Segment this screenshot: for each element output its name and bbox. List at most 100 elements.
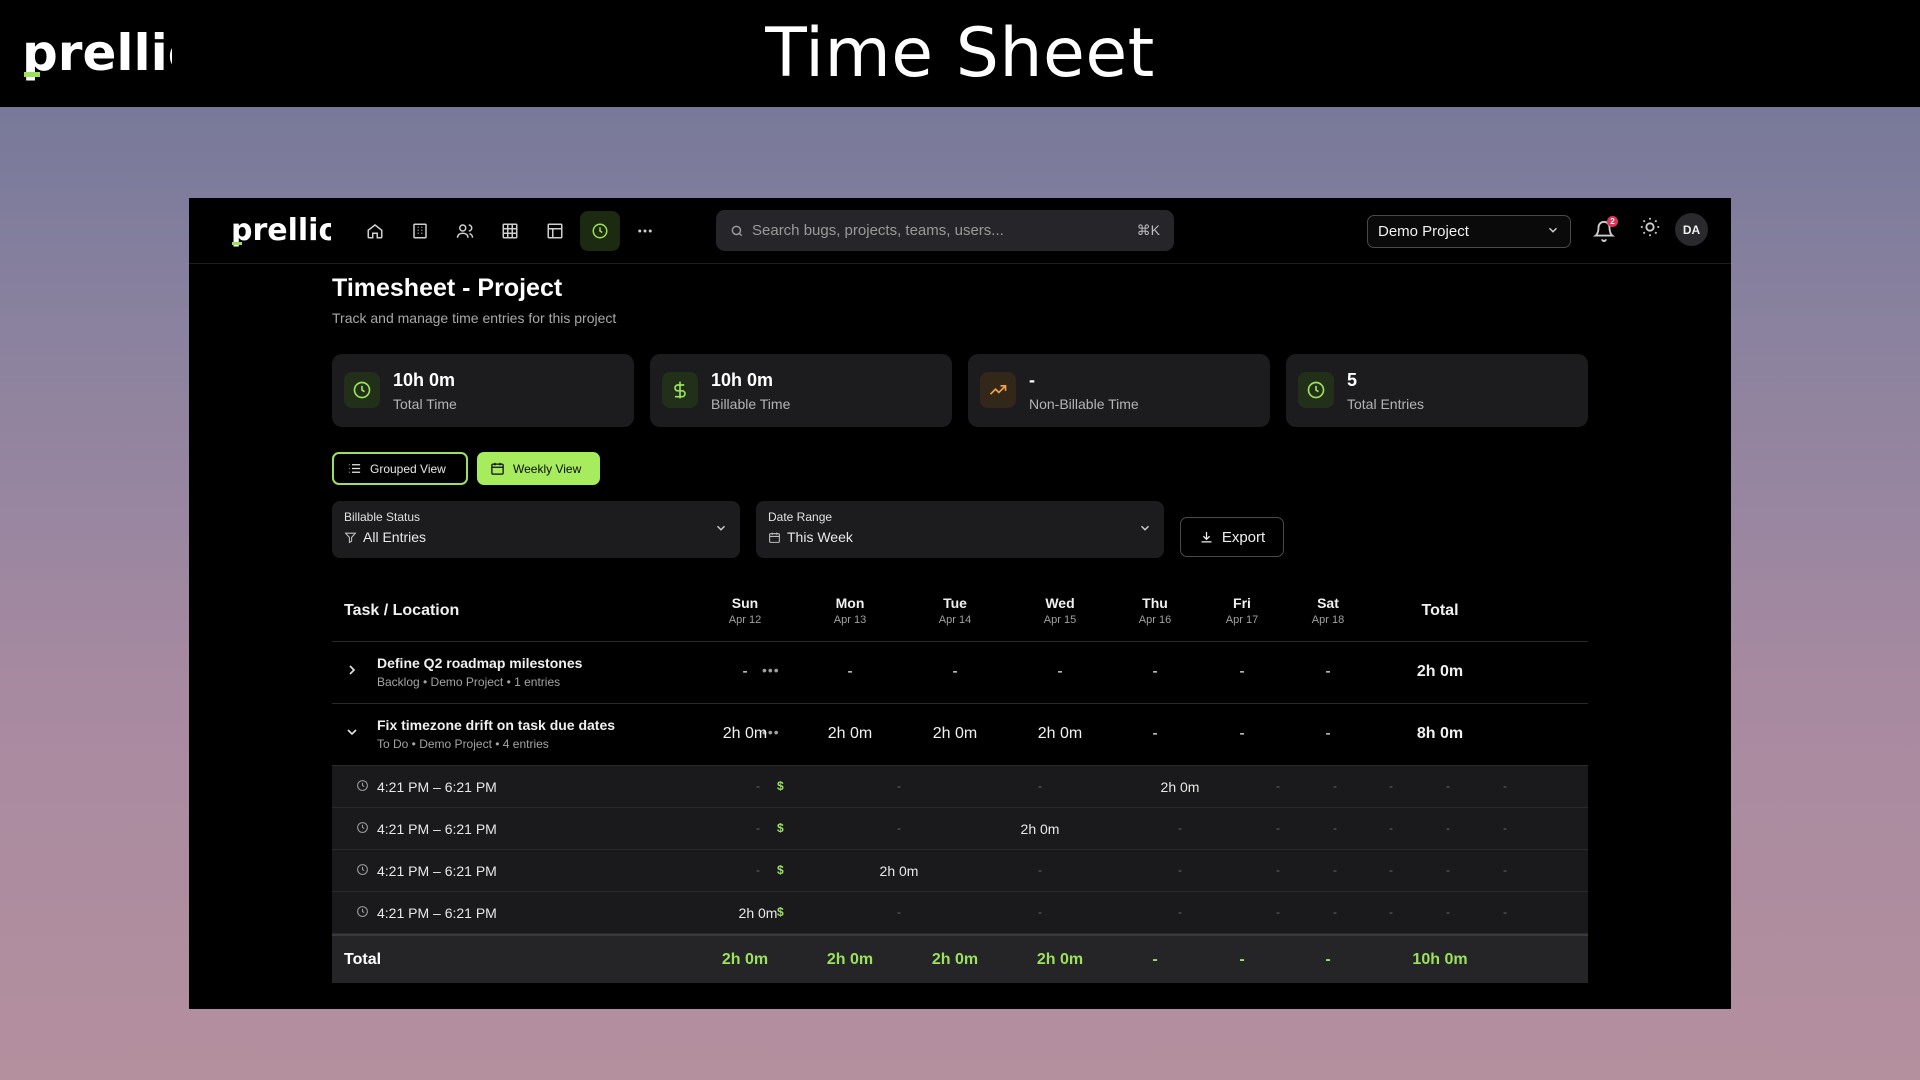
users-icon[interactable] — [445, 211, 485, 251]
clock-icon — [344, 372, 380, 408]
task-cell: 2h 0m — [722, 725, 768, 742]
stat-non-billable-time: - Non-Billable Time — [968, 354, 1270, 427]
entry-cell: 2h 0m — [879, 863, 919, 879]
weekly-view-button[interactable]: Weekly View — [477, 452, 600, 485]
entry-time: 4:21 PM – 6:21 PM — [377, 905, 497, 921]
task-cell: - — [742, 663, 748, 680]
task-cell: - — [1152, 663, 1158, 680]
day-header-fri: Fri Apr 17 — [1225, 595, 1259, 626]
entry-cell: - — [1446, 863, 1450, 877]
filter-value: All Entries — [344, 529, 426, 545]
stat-label: Non-Billable Time — [1029, 396, 1139, 412]
task-cell: 2h 0m — [827, 725, 873, 742]
task-cell: - — [847, 663, 853, 680]
day-header-tue: Tue Apr 14 — [938, 595, 972, 626]
entry-cell: 2h 0m — [1160, 779, 1200, 795]
stat-value: - — [1029, 370, 1035, 390]
search-shortcut: ⌘K — [1136, 222, 1160, 238]
task-row[interactable]: Fix timezone drift on task due dates To … — [332, 704, 1588, 766]
notifications-button[interactable]: 2 — [1593, 216, 1619, 244]
filter-value-text: All Entries — [363, 529, 427, 545]
clock-icon — [356, 863, 369, 881]
entry-cell: - — [1503, 863, 1507, 877]
filter-value-text: This Week — [787, 529, 853, 545]
entry-cell: - — [1038, 863, 1042, 877]
banner-title: Time Sheet — [765, 14, 1155, 93]
task-cell: - — [952, 663, 958, 680]
entry-cell: - — [756, 779, 760, 793]
total-cell: 2h 0m — [1036, 951, 1084, 968]
clock-icon[interactable] — [580, 211, 620, 251]
entry-row[interactable]: 4:21 PM – 6:21 PM $ 2h 0m - - - - - - - … — [332, 892, 1588, 934]
more-icon[interactable] — [625, 211, 665, 251]
entry-cell: - — [1446, 821, 1450, 835]
entry-cell: - — [1389, 779, 1393, 793]
task-cell: - — [1239, 725, 1245, 742]
task-cell: - — [1057, 663, 1063, 680]
stat-value: 5 — [1347, 370, 1358, 390]
entry-cell: - — [1389, 905, 1393, 919]
day-header-wed: Wed Apr 15 — [1043, 595, 1077, 626]
theme-toggle-button[interactable] — [1639, 216, 1661, 243]
stat-billable-time: 10h 0m Billable Time — [650, 354, 952, 427]
task-cell: - — [1325, 725, 1331, 742]
building-icon[interactable] — [400, 211, 440, 251]
date-range-filter[interactable]: Date Range This Week — [756, 501, 1164, 558]
total-label: Total — [344, 951, 382, 968]
task-location-header: Task / Location — [344, 602, 460, 619]
entry-cell: 2h 0m — [738, 905, 778, 921]
export-button[interactable]: Export — [1180, 517, 1284, 557]
task-total: 8h 0m — [1416, 725, 1464, 742]
task-meta: Backlog • Demo Project • 1 entries — [377, 675, 561, 689]
stats-cards: 10h 0m Total Time 10h 0m Billable Time -… — [332, 354, 1588, 427]
stat-label: Billable Time — [711, 396, 791, 412]
avatar[interactable]: DA — [1675, 213, 1708, 246]
chevron-right-icon[interactable] — [344, 662, 360, 683]
grouped-view-button[interactable]: Grouped View — [332, 452, 468, 485]
entry-cell: - — [1178, 821, 1182, 835]
day-header-sun: Sun Apr 12 — [728, 595, 762, 626]
day-header-thu: Thu Apr 16 — [1138, 595, 1172, 626]
entry-cell: - — [1503, 779, 1507, 793]
home-icon[interactable] — [355, 211, 395, 251]
entry-cell: - — [1333, 821, 1337, 835]
entry-cell: - — [1503, 821, 1507, 835]
entry-cell: - — [1276, 863, 1280, 877]
layout-icon[interactable] — [535, 211, 575, 251]
nav-logo[interactable]: prellio — [231, 213, 339, 255]
task-cell: - — [1152, 725, 1158, 742]
task-name: Fix timezone drift on task due dates — [377, 717, 616, 733]
total-cell: 2h 0m — [931, 951, 979, 968]
chevron-down-icon — [1138, 521, 1152, 540]
view-toggle: Grouped View Weekly View — [332, 452, 600, 485]
entry-cell: - — [1038, 779, 1042, 793]
billable-status-filter[interactable]: Billable Status All Entries — [332, 501, 740, 558]
chevron-down-icon[interactable] — [344, 724, 360, 745]
entry-cell: - — [1446, 905, 1450, 919]
timesheet-table: Task / Location Sun Apr 12 Mon Apr 13 Tue A… — [332, 578, 1588, 983]
entry-row[interactable]: 4:21 PM – 6:21 PM $ - - - 2h 0m - - - - … — [332, 766, 1588, 808]
stat-label: Total Time — [393, 396, 457, 412]
day-header-mon: Mon Apr 13 — [833, 595, 867, 626]
entry-row[interactable]: 4:21 PM – 6:21 PM $ - 2h 0m - - - - - - … — [332, 850, 1588, 892]
dollar-icon — [662, 372, 698, 408]
task-row[interactable]: Define Q2 roadmap milestones Backlog • D… — [332, 642, 1588, 704]
export-label: Export — [1221, 528, 1266, 546]
search-input[interactable]: Search bugs, projects, teams, users... ⌘… — [716, 210, 1174, 251]
task-total: 2h 0m — [1416, 663, 1464, 680]
svg-text:prellio: prellio — [231, 214, 331, 248]
grid-icon[interactable] — [490, 211, 530, 251]
entry-cell: - — [1333, 779, 1337, 793]
filter-label: Date Range — [768, 510, 833, 524]
project-select[interactable]: Demo Project — [1367, 215, 1571, 248]
chevron-down-icon — [1546, 223, 1560, 241]
entry-cell: - — [897, 779, 901, 793]
task-cell: - — [1239, 663, 1245, 680]
prellio-logo-icon: prellio — [231, 213, 339, 248]
entry-row[interactable]: 4:21 PM – 6:21 PM $ - - 2h 0m - - - - - … — [332, 808, 1588, 850]
total-row: Total 2h 0m 2h 0m 2h 0m 2h 0m - - - 10h … — [332, 934, 1588, 983]
total-cell: - — [1152, 951, 1158, 968]
stat-total-entries: 5 Total Entries — [1286, 354, 1588, 427]
entry-cell: - — [1389, 821, 1393, 835]
filter-value: This Week — [768, 529, 853, 545]
